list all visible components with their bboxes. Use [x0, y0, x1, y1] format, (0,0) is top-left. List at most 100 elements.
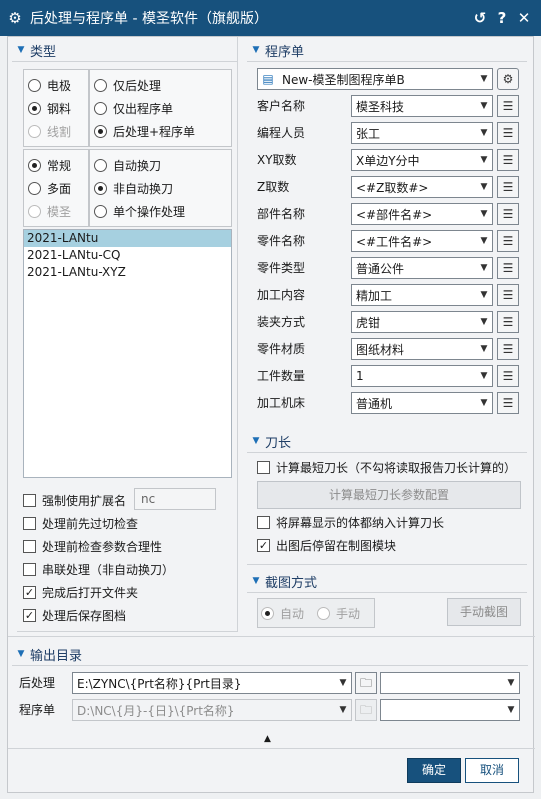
- field-list-button[interactable]: ☰: [497, 230, 519, 252]
- chevron-down-icon: ▼: [480, 209, 488, 219]
- program-header-label: 程序单: [265, 44, 305, 60]
- folder-icon: 🗀: [359, 703, 372, 717]
- close-icon[interactable]: ✕: [513, 9, 535, 27]
- calc-min-length-checkbox[interactable]: 计算最短刀长（不勾将读取报告刀长计算的）: [257, 458, 516, 476]
- option-label: 处理后保存图档: [42, 608, 127, 623]
- type-section-header[interactable]: ▼ 类型: [12, 39, 56, 61]
- field-list-button[interactable]: ☰: [497, 149, 519, 171]
- cancel-button[interactable]: 取消: [465, 758, 519, 783]
- option-checkbox-2[interactable]: 串联处理（非自动换刀）: [23, 560, 174, 578]
- list-item[interactable]: 2021-LANtu-CQ: [24, 247, 231, 264]
- radio-label: 仅后处理: [113, 78, 162, 93]
- field-list-button[interactable]: ☰: [497, 176, 519, 198]
- folder-icon: 🗀: [359, 676, 372, 690]
- settings-gear-button[interactable]: ⚙: [497, 68, 519, 90]
- radio-icon: [28, 78, 41, 92]
- field-list-button[interactable]: ☰: [497, 122, 519, 144]
- field-value: <#Z取数#>: [356, 180, 429, 195]
- type-radio-group2_left-1[interactable]: 多面: [28, 179, 71, 197]
- collapse-triangle-icon: ▼: [17, 649, 25, 659]
- stay-drafting-checkbox[interactable]: ✓ 出图后停留在制图模块: [257, 536, 396, 554]
- radio-icon: [28, 101, 41, 115]
- field-select[interactable]: 模圣科技 ▼: [351, 95, 493, 117]
- field-select[interactable]: 精加工 ▼: [351, 284, 493, 306]
- radio-icon: [28, 158, 41, 172]
- sheet-dir-select[interactable]: D:\NC\{月}-{日}\{Prt名称} ▼: [72, 699, 352, 721]
- auto-radio[interactable]: 自动: [261, 604, 304, 622]
- field-list-button[interactable]: ☰: [497, 257, 519, 279]
- type-radio-group2_left-2[interactable]: 模圣: [28, 202, 71, 220]
- radio-label: 仅出程序单: [113, 101, 174, 116]
- manual-radio[interactable]: 手动: [317, 604, 360, 622]
- field-select[interactable]: 普通机 ▼: [351, 392, 493, 414]
- type-radio-group1_right-0[interactable]: 仅后处理: [94, 76, 161, 94]
- reset-icon[interactable]: ↺: [469, 9, 491, 27]
- field-select[interactable]: <#工件名#> ▼: [351, 230, 493, 252]
- field-select[interactable]: 普通公件 ▼: [351, 257, 493, 279]
- field-list-button[interactable]: ☰: [497, 365, 519, 387]
- type-radio-group1_left-2[interactable]: 线割: [28, 122, 71, 140]
- field-select[interactable]: 虎钳 ▼: [351, 311, 493, 333]
- field-select[interactable]: <#部件名#> ▼: [351, 203, 493, 225]
- ok-button[interactable]: 确定: [407, 758, 461, 783]
- radio-label: 后处理+程序单: [113, 124, 196, 139]
- type-radio-group2_right-1[interactable]: 非自动换刀: [94, 179, 173, 197]
- checkmark-icon: ✓: [23, 608, 36, 622]
- checkbox-icon: [23, 493, 36, 507]
- field-value: 张工: [356, 126, 381, 141]
- field-list-button[interactable]: ☰: [497, 311, 519, 333]
- collapse-up-icon[interactable]: ▲: [264, 734, 271, 744]
- post-dir-extra-select[interactable]: ▼: [380, 672, 520, 694]
- gear-icon: ⚙: [8, 9, 22, 27]
- force-extension-checkbox[interactable]: 强制使用扩展名: [23, 491, 126, 509]
- list-item[interactable]: 2021-LANtu: [24, 230, 231, 247]
- include-bodies-checkbox[interactable]: 将屏幕显示的体都纳入计算刀长: [257, 513, 444, 531]
- output-header-label: 输出目录: [30, 648, 83, 664]
- field-label: 部件名称: [257, 207, 306, 221]
- field-list-button[interactable]: ☰: [497, 338, 519, 360]
- capture-section-header[interactable]: ▼ 截图方式: [247, 570, 317, 592]
- list-item[interactable]: 2021-LANtu-XYZ: [24, 264, 231, 281]
- option-checkbox-1[interactable]: 处理前检查参数合理性: [23, 537, 162, 555]
- field-select[interactable]: 1 ▼: [351, 365, 493, 387]
- folder-browse-button[interactable]: 🗀: [355, 672, 377, 694]
- list-icon: ☰: [502, 207, 514, 221]
- sheet-dir-extra-select[interactable]: ▼: [380, 699, 520, 721]
- option-checkbox-0[interactable]: 处理前先过切检查: [23, 514, 138, 532]
- type-radio-group1_right-2[interactable]: 后处理+程序单: [94, 122, 195, 140]
- type-radio-group2_left-0[interactable]: 常规: [28, 156, 71, 174]
- field-select[interactable]: 张工 ▼: [351, 122, 493, 144]
- config-button[interactable]: 计算最短刀长参数配置: [257, 481, 521, 509]
- field-list-button[interactable]: ☰: [497, 95, 519, 117]
- template-select[interactable]: ▤ New-模圣制图程序单B ▼: [257, 68, 493, 90]
- type-radio-group1_left-1[interactable]: 钢料: [28, 99, 71, 117]
- folder-browse-button-disabled[interactable]: 🗀: [355, 699, 377, 721]
- radio-icon: [94, 78, 107, 92]
- type-radio-group2_right-2[interactable]: 单个操作处理: [94, 202, 185, 220]
- help-icon[interactable]: ?: [491, 9, 513, 27]
- field-label: 零件材质: [257, 342, 306, 356]
- manual-capture-button[interactable]: 手动截图: [447, 598, 521, 626]
- post-dir-select[interactable]: E:\ZYNC\{Prt名称}{Prt目录} ▼: [72, 672, 352, 694]
- field-select[interactable]: 图纸材料 ▼: [351, 338, 493, 360]
- post-processor-list[interactable]: 2021-LANtu 2021-LANtu-CQ 2021-LANtu-XYZ: [23, 229, 232, 478]
- field-label: XY取数: [257, 153, 297, 167]
- type-radio-group1_left-0[interactable]: 电极: [28, 76, 71, 94]
- checkbox-icon: [23, 516, 36, 530]
- field-list-button[interactable]: ☰: [497, 284, 519, 306]
- option-checkbox-4[interactable]: ✓ 处理后保存图档: [23, 606, 126, 624]
- radio-label: 钢料: [47, 101, 72, 116]
- field-select[interactable]: X单边Y分中 ▼: [351, 149, 493, 171]
- program-section-header[interactable]: ▼ 程序单: [247, 39, 304, 61]
- option-label: 串联处理（非自动换刀）: [42, 562, 175, 577]
- field-select[interactable]: <#Z取数#> ▼: [351, 176, 493, 198]
- output-section-header[interactable]: ▼ 输出目录: [12, 643, 82, 665]
- field-list-button[interactable]: ☰: [497, 392, 519, 414]
- type-radio-group1_right-1[interactable]: 仅出程序单: [94, 99, 173, 117]
- type-radio-group2_right-0[interactable]: 自动换刀: [94, 156, 161, 174]
- tool-section-header[interactable]: ▼ 刀长: [247, 430, 291, 452]
- extension-input[interactable]: nc: [134, 488, 216, 510]
- field-value: 虎钳: [356, 315, 381, 330]
- option-checkbox-3[interactable]: ✓ 完成后打开文件夹: [23, 583, 138, 601]
- field-list-button[interactable]: ☰: [497, 203, 519, 225]
